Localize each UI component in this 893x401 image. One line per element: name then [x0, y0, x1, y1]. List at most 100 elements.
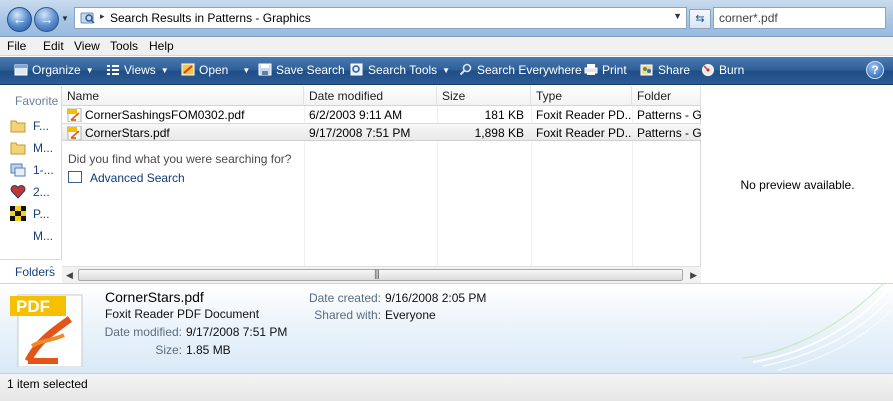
share-button[interactable]: Share [640, 63, 690, 77]
decorative-swoosh-icon [742, 284, 892, 371]
file-row[interactable]: CornerSashingsFOM0302.pdf 6/2/2003 9:11 … [62, 106, 701, 124]
views-button[interactable]: Views ▼ [106, 63, 169, 77]
image-folder-icon [10, 163, 26, 177]
file-type: Foxit Reader PD... [536, 108, 631, 122]
file-folder: Patterns - G... [637, 126, 701, 140]
find-prompt: Did you find what you were searching for… [68, 152, 292, 166]
scrollbar-thumb[interactable]: ||| [78, 269, 683, 281]
pdf-file-icon [67, 108, 82, 122]
folder-icon [10, 120, 26, 133]
folders-toggle[interactable]: Folders ˆ [0, 259, 62, 283]
column-header-size[interactable]: Size [437, 86, 531, 106]
favorite-link-4[interactable]: 2... [10, 183, 60, 201]
search-tools-button[interactable]: Search Tools ▼ [350, 63, 450, 77]
share-icon [640, 64, 653, 76]
advanced-search-link[interactable]: Advanced Search [68, 170, 198, 186]
status-bar: 1 item selected [0, 373, 893, 401]
favorite-link-6[interactable]: M... [10, 227, 60, 245]
date-created-value[interactable]: 9/16/2008 2:05 PM [385, 291, 486, 305]
folder-icon [10, 142, 26, 155]
file-row-selected[interactable]: CornerStars.pdf 9/17/2008 7:51 PM 1,898 … [62, 123, 701, 141]
menu-edit[interactable]: Edit [43, 39, 64, 53]
column-header-type[interactable]: Type [531, 86, 632, 106]
recent-pages-dropdown-icon[interactable]: ▼ [61, 14, 70, 23]
refresh-button[interactable]: ⇆ [689, 9, 711, 29]
menu-tools[interactable]: Tools [110, 39, 138, 53]
chevron-down-icon[interactable]: ▼ [242, 66, 250, 75]
navigation-pane: Favorite Links F... M... 1-... 2... P...… [0, 86, 62, 283]
back-button[interactable]: ← [7, 7, 32, 32]
favorite-link-3[interactable]: 1-... [10, 161, 60, 179]
search-tools-icon [350, 63, 363, 76]
address-dropdown-icon[interactable]: ▼ [673, 11, 682, 21]
date-modified-label: Date modified: [104, 325, 182, 339]
address-bar-region: ← → ▼ ▸ Search Results in Patterns - Gra… [0, 0, 893, 37]
column-header-folder[interactable]: Folder [632, 86, 701, 106]
breadcrumb-separator-icon[interactable]: ▸ [100, 11, 105, 22]
organize-label: Organize [32, 63, 81, 77]
open-button[interactable]: Open ▼ [181, 63, 250, 77]
save-search-label: Save Search [276, 63, 345, 77]
search-everywhere-button[interactable]: Search Everywhere [459, 63, 582, 77]
menu-view[interactable]: View [74, 39, 100, 53]
disc-burn-icon [702, 64, 714, 76]
save-search-button[interactable]: Save Search [258, 63, 345, 77]
file-folder: Patterns - G... [637, 108, 701, 122]
file-list: Name Date modified Size Type Folder Corn… [62, 86, 701, 283]
address-field[interactable]: ▸ Search Results in Patterns - Graphics … [74, 7, 687, 29]
print-button[interactable]: Print [584, 63, 627, 77]
menu-help[interactable]: Help [149, 39, 174, 53]
column-header-date-modified[interactable]: Date modified [304, 86, 437, 106]
chevron-up-icon: ˆ [50, 265, 53, 275]
no-preview-message: No preview available. [740, 178, 855, 192]
favorite-link-1[interactable]: F... [10, 117, 60, 135]
date-created-label: Date created: [308, 291, 381, 305]
search-input[interactable]: corner*.pdf [713, 7, 886, 29]
burn-button[interactable]: Burn [701, 63, 744, 77]
organize-button[interactable]: Organize ▼ [14, 63, 94, 77]
scroll-right-icon[interactable]: ▶ [690, 270, 697, 281]
scroll-left-icon[interactable]: ◀ [66, 270, 73, 281]
details-file-type: Foxit Reader PDF Document [105, 307, 260, 321]
address-text: Search Results in Patterns - Graphics [110, 11, 311, 25]
preview-pane: No preview available. [702, 86, 893, 283]
horizontal-scrollbar[interactable]: ◀ ||| ▶ [62, 266, 701, 283]
favorite-link-label: F... [33, 119, 50, 133]
favorite-link-label: M... [33, 141, 53, 155]
advanced-search-icon [68, 171, 82, 183]
forward-button[interactable]: → [34, 7, 59, 32]
help-icon[interactable]: ? [866, 61, 884, 79]
column-header-name[interactable]: Name [62, 86, 304, 106]
favorite-link-2[interactable]: M... [10, 139, 60, 157]
file-size: 181 KB [484, 108, 524, 122]
favorite-link-5[interactable]: P... [10, 205, 60, 223]
file-date: 6/2/2003 9:11 AM [309, 108, 403, 122]
file-name: CornerSashingsFOM0302.pdf [85, 108, 245, 122]
menu-file[interactable]: File [7, 39, 26, 53]
open-label: Open [199, 63, 229, 77]
organize-icon [14, 64, 28, 76]
search-value: corner*.pdf [719, 11, 778, 25]
printer-icon [584, 64, 598, 75]
advanced-search-label: Advanced Search [90, 171, 185, 185]
date-modified-value[interactable]: 9/17/2008 7:51 PM [186, 325, 287, 339]
menu-bar: File Edit View Tools Help [0, 37, 893, 56]
magnifier-icon [459, 63, 472, 76]
pdf-badge-text: PDF [16, 297, 50, 316]
folders-label: Folders [15, 265, 56, 279]
size-label: Size: [155, 343, 182, 357]
shared-with-label: Shared with: [314, 308, 381, 322]
print-label: Print [602, 63, 627, 77]
favorite-link-label: M... [33, 229, 53, 243]
column-headers: Name Date modified Size Type Folder [62, 86, 701, 106]
search-tools-label: Search Tools [368, 63, 438, 77]
file-type: Foxit Reader PD... [536, 126, 631, 140]
shared-with-value[interactable]: Everyone [385, 308, 436, 322]
chevron-down-icon: ▼ [85, 66, 94, 75]
burn-label: Burn [719, 63, 745, 77]
file-date: 9/17/2008 7:51 PM [309, 126, 411, 140]
chevron-down-icon: ▼ [160, 66, 169, 75]
favorite-links-header: Favorite Links [15, 94, 61, 108]
pdf-document-icon: PDF [10, 294, 83, 367]
heart-icon [10, 185, 26, 199]
